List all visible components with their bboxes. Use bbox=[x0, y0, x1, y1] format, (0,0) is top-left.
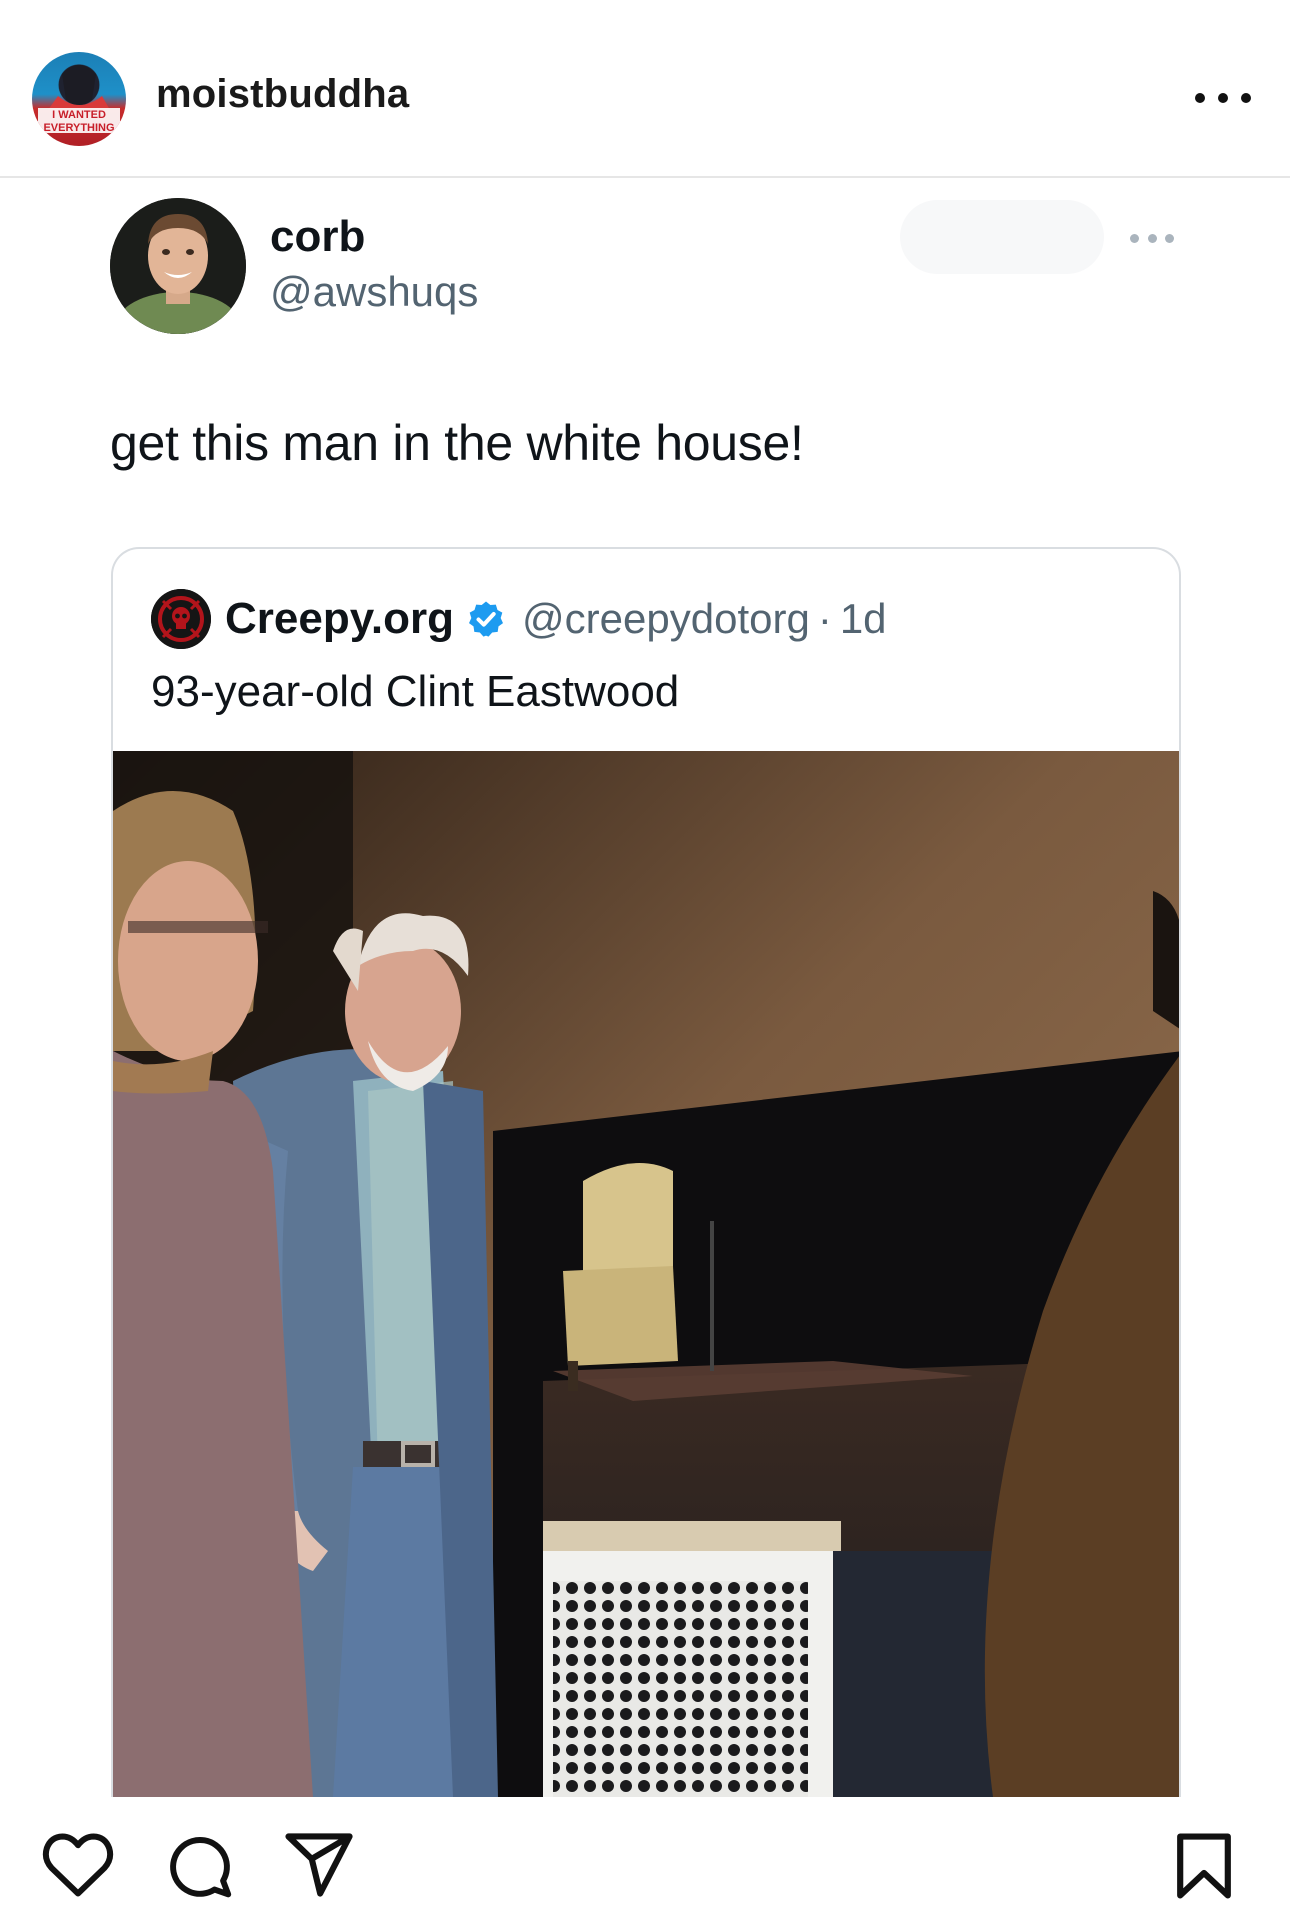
bookmark-icon[interactable] bbox=[1176, 1832, 1232, 1900]
quoted-tweet-header: Creepy.org @creepydotorg · 1d bbox=[151, 589, 887, 649]
tweet-author-handle: @awshuqs bbox=[270, 268, 479, 315]
poster-avatar[interactable]: I WANTED EVERYTHING bbox=[32, 52, 126, 146]
post-header: I WANTED EVERYTHING moistbuddha bbox=[0, 0, 1290, 178]
quoted-tweet-card: Creepy.org @creepydotorg · 1d 93-year-ol… bbox=[111, 547, 1181, 1797]
heart-icon[interactable] bbox=[42, 1832, 114, 1898]
quoted-tweet-photo bbox=[113, 751, 1179, 1797]
quoted-author-handle: @creepydotorg bbox=[522, 595, 810, 642]
tweet-author-name: corb bbox=[270, 212, 366, 261]
tweet-more-icon bbox=[1130, 232, 1174, 244]
avatar-line-1: I WANTED bbox=[52, 109, 106, 121]
avatar-art: I WANTED EVERYTHING bbox=[34, 65, 124, 134]
tweet-text: get this man in the white house! bbox=[110, 415, 804, 471]
comment-icon[interactable] bbox=[164, 1832, 234, 1900]
avatar-line-2: EVERYTHING bbox=[43, 122, 114, 134]
poster-username[interactable]: moistbuddha bbox=[156, 72, 409, 117]
more-options-icon[interactable] bbox=[1195, 80, 1251, 116]
quoted-author-name: Creepy.org bbox=[225, 594, 455, 643]
creepy-logo-icon bbox=[151, 589, 211, 649]
meta-separator: · bbox=[817, 595, 832, 642]
tweet-author-avatar bbox=[110, 198, 246, 334]
instagram-post: I WANTED EVERYTHING moistbuddha corb @aw… bbox=[0, 0, 1290, 1920]
verified-badge-icon bbox=[469, 601, 504, 637]
share-icon[interactable] bbox=[284, 1833, 354, 1897]
faded-follow-button bbox=[900, 200, 1104, 274]
quoted-tweet-text: 93-year-old Clint Eastwood bbox=[151, 667, 680, 716]
quoted-tweet-age: 1d bbox=[839, 595, 887, 642]
author-portrait bbox=[110, 198, 246, 334]
